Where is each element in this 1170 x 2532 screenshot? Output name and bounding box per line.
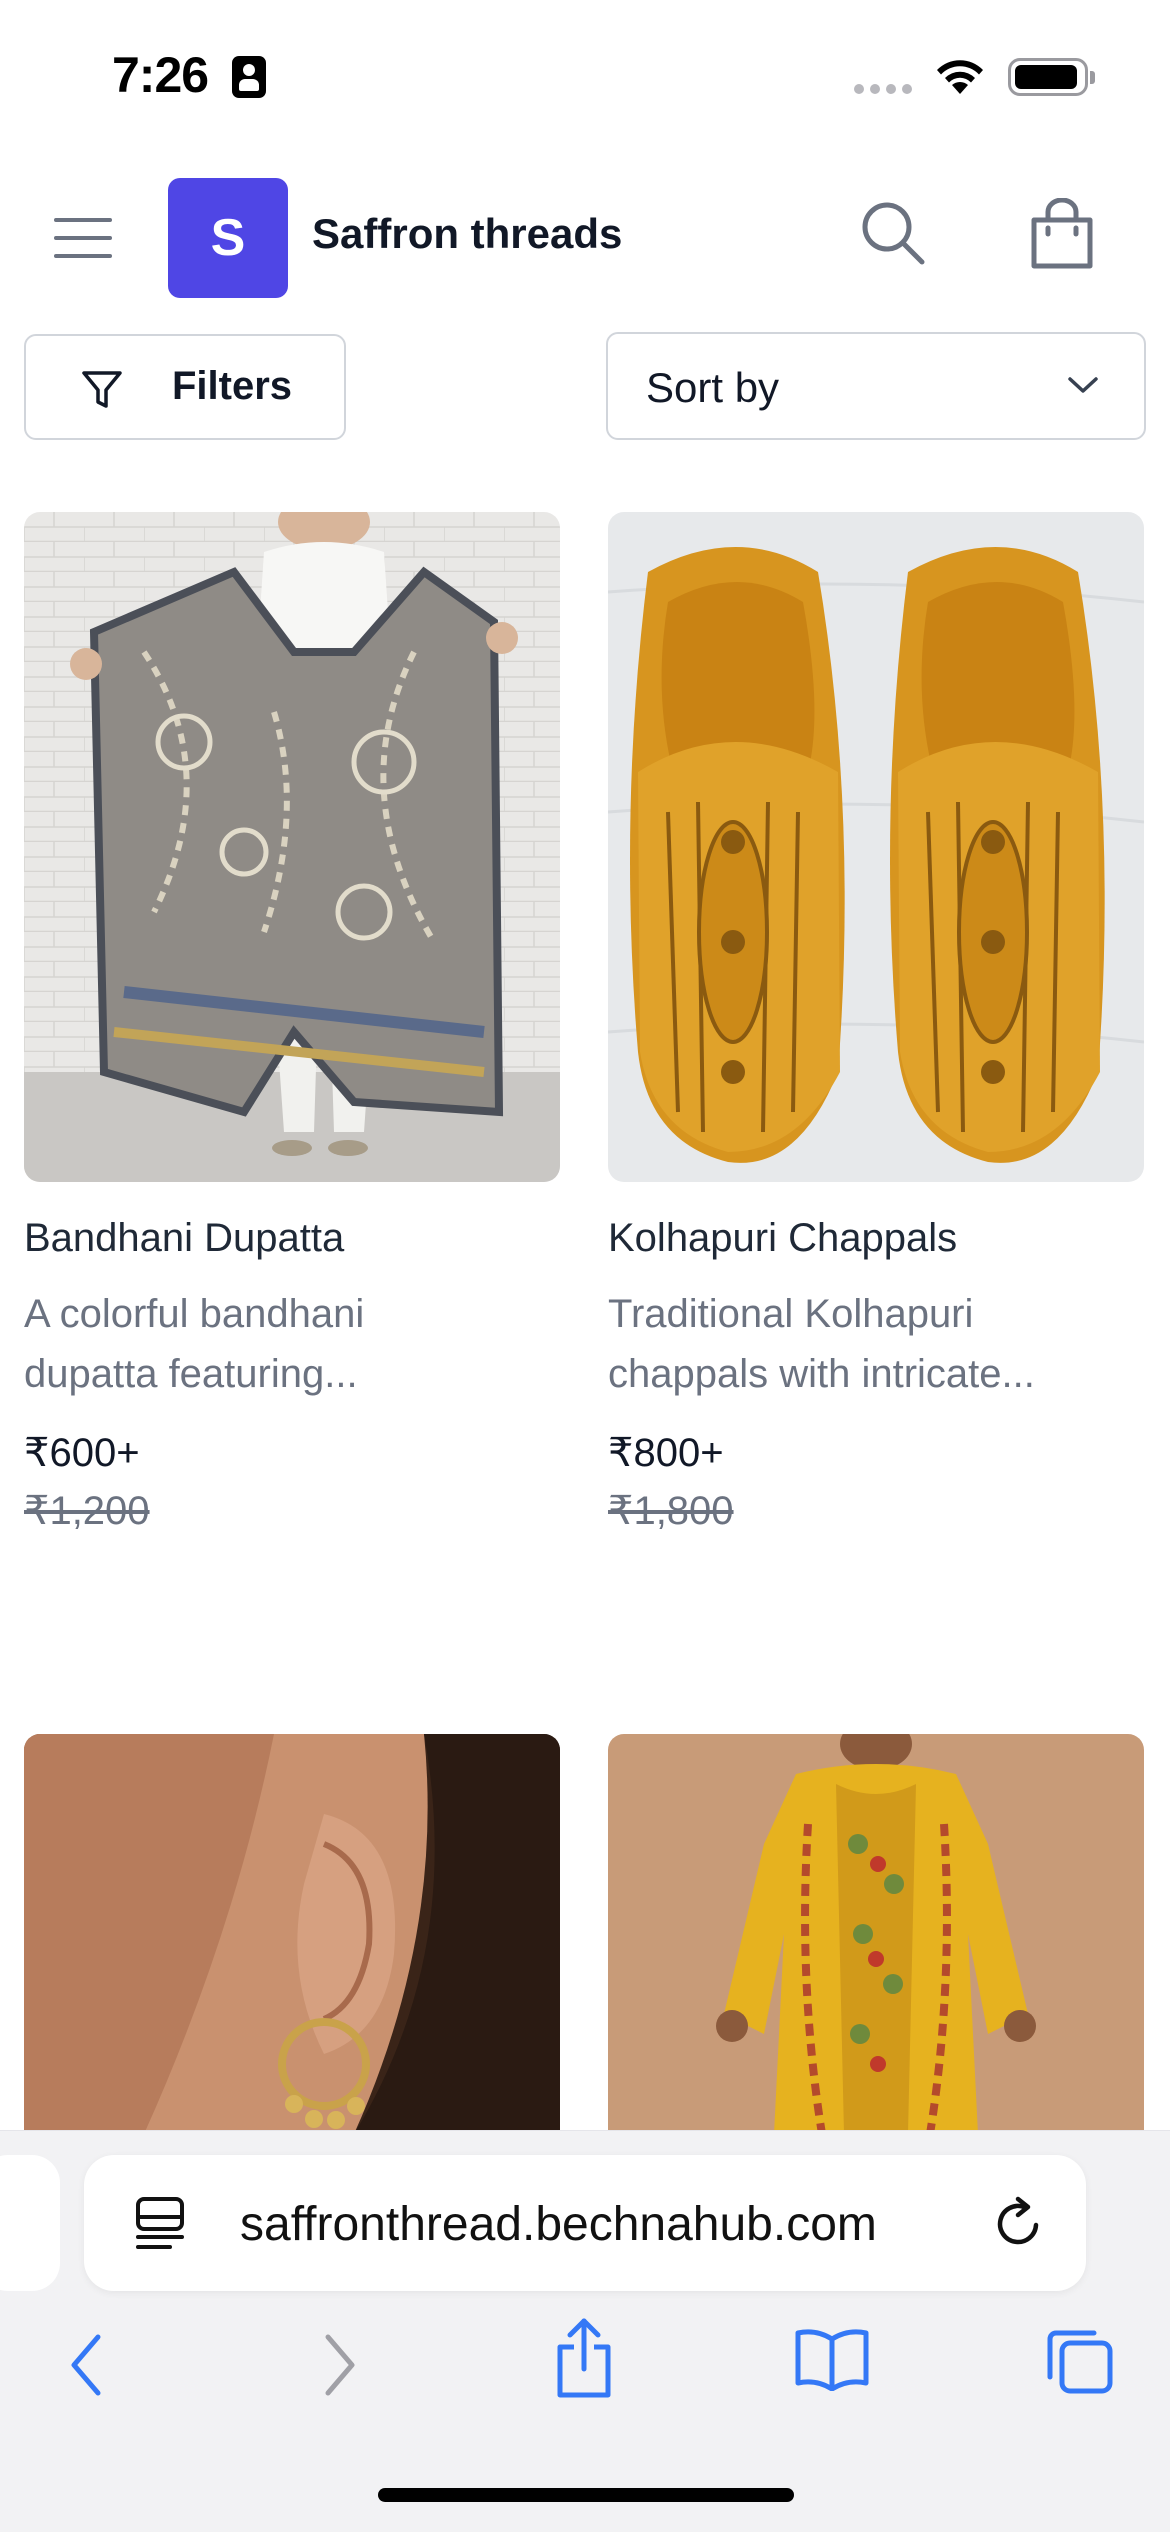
product-image-chappals[interactable]	[608, 512, 1144, 1182]
product-image-dupatta[interactable]	[24, 512, 560, 1182]
product-card[interactable]: Bandhani Dupatta A colorful bandhani dup…	[24, 512, 560, 1552]
product-description-line: dupatta featuring...	[24, 1352, 358, 1396]
address-bar[interactable]: saffronthread.bechnahub.com	[84, 2155, 1086, 2291]
reader-icon[interactable]	[134, 2195, 186, 2251]
product-description-line: chappals with intricate...	[608, 1352, 1035, 1396]
browser-toolbar: saffronthread.bechnahub.com	[0, 2130, 1170, 2532]
back-icon[interactable]	[66, 2331, 106, 2399]
product-description: A colorful bandhani dupatta featuring...	[24, 1284, 564, 1404]
cellular-signal-icon	[854, 84, 912, 94]
product-description-line: A colorful bandhani	[24, 1292, 365, 1336]
product-original-price: ₹1,200	[24, 1489, 150, 1533]
home-indicator[interactable]	[378, 2488, 794, 2502]
bag-icon[interactable]	[1028, 198, 1096, 270]
status-bar: 7:26	[0, 0, 1170, 150]
product-card[interactable]	[608, 1734, 1144, 2134]
product-price: ₹800+	[608, 1431, 724, 1475]
sort-select[interactable]: Sort by	[606, 332, 1146, 440]
chevron-down-icon	[1068, 377, 1098, 393]
product-image-kurta[interactable]	[608, 1734, 1144, 2134]
share-icon[interactable]	[552, 2317, 616, 2401]
id-card-icon	[232, 56, 266, 98]
product-description-line: Traditional Kolhapuri	[608, 1292, 974, 1336]
browser-navigation	[0, 2311, 1170, 2431]
search-icon[interactable]	[858, 198, 928, 268]
store-logo[interactable]: S	[168, 178, 288, 298]
wifi-icon	[937, 60, 983, 94]
product-original-price: ₹1,800	[608, 1489, 734, 1533]
sort-label: Sort by	[646, 364, 780, 411]
url-text[interactable]: saffronthread.bechnahub.com	[240, 2197, 877, 2252]
previous-tab-preview[interactable]	[0, 2155, 60, 2291]
filters-label: Filters	[172, 364, 293, 408]
store-name[interactable]: Saffron threads	[312, 210, 622, 258]
product-image-earrings[interactable]	[24, 1734, 560, 2134]
product-title[interactable]: Kolhapuri Chappals	[608, 1216, 957, 1261]
filter-icon	[82, 371, 122, 408]
reload-icon[interactable]	[990, 2195, 1046, 2251]
forward-icon[interactable]	[320, 2331, 360, 2399]
product-description: Traditional Kolhapuri chappals with intr…	[608, 1284, 1148, 1404]
product-card[interactable]	[24, 1734, 560, 2134]
store-header: S Saffron threads	[0, 170, 1170, 300]
logo-letter: S	[210, 209, 246, 267]
battery-icon	[1008, 58, 1095, 96]
status-time: 7:26	[112, 47, 209, 103]
product-price: ₹600+	[24, 1431, 140, 1475]
menu-icon[interactable]	[54, 218, 112, 258]
product-card[interactable]: Kolhapuri Chappals Traditional Kolhapuri…	[608, 512, 1144, 1552]
filters-button[interactable]: Filters	[24, 334, 346, 440]
product-title[interactable]: Bandhani Dupatta	[24, 1216, 344, 1261]
tabs-icon[interactable]	[1044, 2325, 1114, 2395]
bookmarks-icon[interactable]	[794, 2327, 870, 2391]
